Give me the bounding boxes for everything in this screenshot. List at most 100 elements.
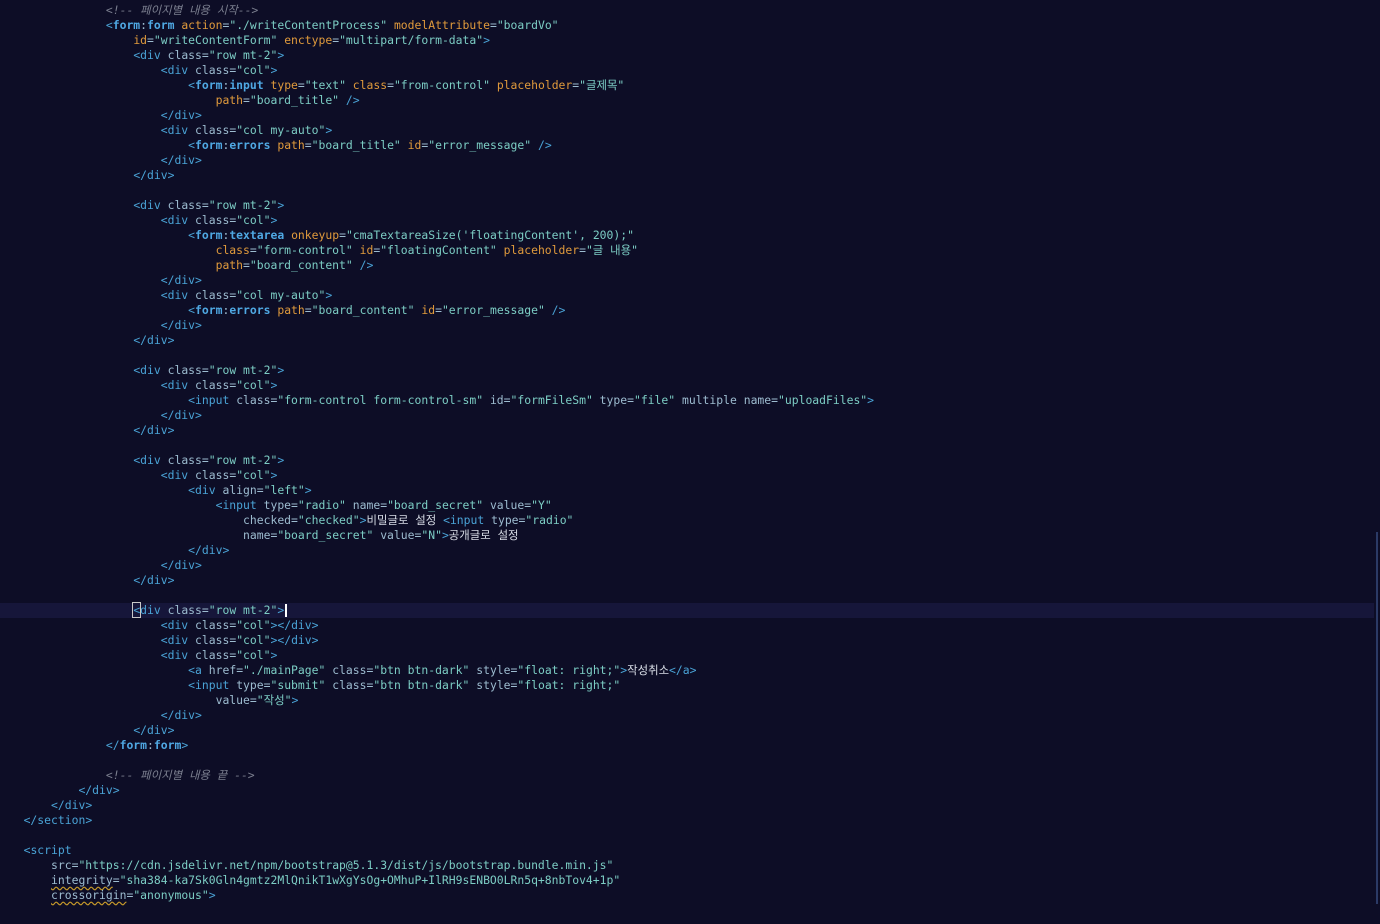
code-line[interactable]: <div class="row mt-2"> [0, 198, 1374, 213]
code-line[interactable]: <div class="col"> [0, 648, 1374, 663]
code-line[interactable]: value="작성"> [0, 693, 1374, 708]
code-operator: = [201, 48, 209, 62]
code-line[interactable]: </div> [0, 798, 1374, 813]
code-line[interactable]: <div class="col"></div> [0, 618, 1374, 633]
code-line[interactable]: <form:errors path="board_title" id="erro… [0, 138, 1374, 153]
code-line[interactable]: </form:form> [0, 738, 1374, 753]
code-line[interactable]: </div> [0, 708, 1374, 723]
code-punctuation: < [188, 678, 196, 692]
code-line[interactable]: <div class="col"> [0, 378, 1374, 393]
code-punctuation: > [270, 213, 278, 227]
code-attribute: type [491, 513, 519, 527]
code-line[interactable] [0, 183, 1374, 198]
code-line[interactable]: </div> [0, 423, 1374, 438]
code-tag-name: div [167, 633, 189, 647]
code-line[interactable]: </div> [0, 318, 1374, 333]
code-punctuation: </ [160, 273, 175, 287]
code-editor[interactable]: <!-- 페이지별 내용 시작--> <form:form action="./… [0, 0, 1380, 924]
code-line[interactable]: path="board_content" /> [0, 258, 1374, 273]
code-line[interactable]: <div class="col my-auto"> [0, 288, 1374, 303]
code-line[interactable]: </div> [0, 273, 1374, 288]
code-tag-name: div [140, 48, 161, 62]
code-line[interactable]: <div class="row mt-2"> [0, 453, 1374, 468]
code-line[interactable]: <div align="left"> [0, 483, 1374, 498]
code-line[interactable] [0, 828, 1374, 843]
vertical-scrollbar[interactable] [1374, 0, 1380, 924]
code-attribute: placeholder [496, 78, 573, 92]
code-area[interactable]: <!-- 페이지별 내용 시작--> <form:form action="./… [0, 3, 1374, 903]
code-punctuation: </ [160, 108, 175, 122]
code-line[interactable]: <a href="./mainPage" class="btn btn-dark… [0, 663, 1374, 678]
code-line[interactable]: <input class = "form-control form-control-… [0, 393, 1374, 408]
code-line[interactable]: <input type="radio" name="board_secret" … [0, 498, 1374, 513]
code-line[interactable]: <script [0, 843, 1374, 858]
code-line[interactable]: <!-- 페이지별 내용 시작--> [0, 3, 1374, 18]
code-line[interactable]: <form:input type="text" class="from-cont… [0, 78, 1374, 93]
code-line[interactable]: <div class="row mt-2"> [0, 363, 1374, 378]
code-line[interactable] [0, 348, 1374, 363]
code-line[interactable]: checked="checked">비밀글로 설정 <input type="r… [0, 513, 1374, 528]
code-tag-namespace: form [119, 738, 148, 752]
code-line[interactable]: <div class="col"> [0, 213, 1374, 228]
code-string: "board_secret" [277, 528, 374, 542]
code-line[interactable]: <input type="submit" class="btn btn-dark… [0, 678, 1374, 693]
code-attribute: id [359, 243, 374, 257]
code-line[interactable]: <form:textarea onkeyup="cmaTextareaSize(… [0, 228, 1374, 243]
code-line[interactable]: <div class="col my-auto"> [0, 123, 1374, 138]
code-line[interactable]: </div> [0, 153, 1374, 168]
code-line[interactable]: src="https://cdn.jsdelivr.net/npm/bootst… [0, 858, 1374, 873]
code-line[interactable]: class="form-control" id="floatingContent… [0, 243, 1374, 258]
code-operator: = [201, 453, 209, 467]
code-string: "col my-auto" [236, 288, 326, 302]
code-tag-name: div [167, 378, 189, 392]
code-line[interactable]: crossorigin="anonymous"> [0, 888, 1374, 903]
code-line[interactable]: <div class="col"> [0, 63, 1374, 78]
code-line[interactable]: <div class="col"></div> [0, 633, 1374, 648]
code-line[interactable]: id="writeContentForm" enctype="multipart… [0, 33, 1374, 48]
code-punctuation: > [277, 48, 285, 62]
code-line[interactable]: </div> [0, 168, 1374, 183]
code-punctuation: > [325, 288, 333, 302]
code-line[interactable]: <form:errors path="board_content" id="er… [0, 303, 1374, 318]
code-line[interactable]: </div> [0, 108, 1374, 123]
code-line[interactable] [0, 753, 1374, 768]
scrollbar-thumb[interactable] [1376, 532, 1378, 904]
code-line[interactable]: </div> [0, 558, 1374, 573]
code-line[interactable]: </div> [0, 333, 1374, 348]
code-line[interactable]: <!-- 페이지별 내용 끝 --> [0, 768, 1374, 783]
code-line[interactable]: <div class="row mt-2"> [0, 48, 1374, 63]
code-tag-name: errors [229, 138, 271, 152]
code-string: "radio" [297, 498, 346, 512]
code-line[interactable]: </div> [0, 573, 1374, 588]
code-line[interactable]: </div> [0, 783, 1374, 798]
code-operator: = [297, 78, 305, 92]
code-string: "col" [236, 648, 271, 662]
code-attribute: class [195, 63, 230, 77]
current-code-line[interactable]: <div class="row mt-2"> [0, 602, 1374, 618]
code-line[interactable]: <div class="col"> [0, 468, 1374, 483]
code-line[interactable]: path="board_title" /> [0, 93, 1374, 108]
code-line[interactable] [0, 438, 1374, 453]
code-line[interactable]: </div> [0, 408, 1374, 423]
code-line[interactable] [0, 588, 1374, 603]
code-punctuation: ></ [270, 633, 292, 647]
code-string: "board_title" [311, 138, 401, 152]
code-line[interactable]: name="board_secret" value="N">공개글로 설정 [0, 528, 1374, 543]
code-line[interactable]: <form:form action="./writeContentProcess… [0, 18, 1374, 33]
code-line[interactable]: </div> [0, 543, 1374, 558]
code-line[interactable]: </div> [0, 723, 1374, 738]
code-line[interactable]: integrity="sha384-ka7Sk0Gln4gmtz2MlQnikT… [0, 873, 1374, 888]
code-line[interactable]: </section> [0, 813, 1374, 828]
